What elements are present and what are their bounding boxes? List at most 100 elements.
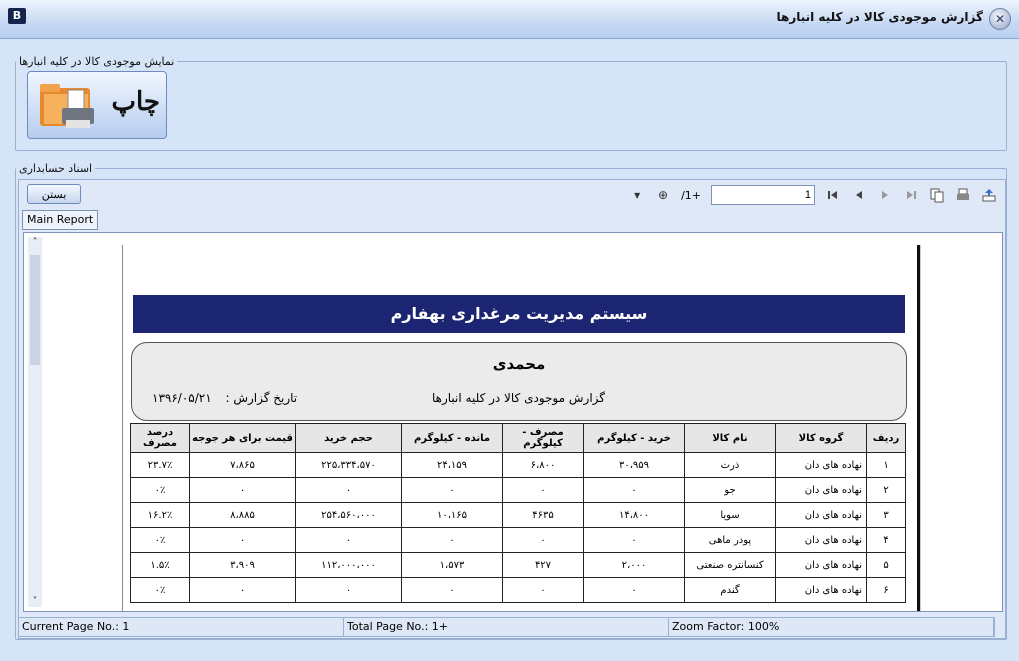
tab-main-report[interactable]: Main Report <box>22 210 99 230</box>
close-icon[interactable]: ✕ <box>989 8 1011 30</box>
table-cell: ۶ <box>866 577 906 603</box>
close-report-button[interactable]: بستن <box>27 184 81 204</box>
report-user: محمدی <box>492 355 546 373</box>
table-cell: ۰ <box>583 477 685 503</box>
scroll-up-icon[interactable]: ˄ <box>30 237 40 248</box>
table-cell: ۰ <box>401 577 503 603</box>
report-name: گزارش موجودی کالا در کلیه انبارها <box>432 391 605 405</box>
toolbar-icons: ▾ ⊕ /1+ <box>629 185 997 205</box>
page-number-input[interactable] <box>711 185 815 205</box>
table-cell: ۲۴،۱۵۹ <box>401 452 503 478</box>
report-page: سیستم مدیریت مرغداری بهفارم محمدی گزارش … <box>122 245 920 611</box>
column-header: قیمت برای هر جوجه <box>189 423 296 453</box>
table-cell: ۰ <box>189 577 296 603</box>
viewer-toolbar: بستن ▾ ⊕ /1+ <box>19 180 1005 208</box>
table-row: ۳ نهاده های دان سویا ۱۴،۸۰۰ ۴۶۳۵ ۱۰،۱۶۵ … <box>130 502 906 528</box>
report-info-box: محمدی گزارش موجودی کالا در کلیه انبارها … <box>131 342 907 421</box>
scroll-down-icon[interactable]: ˅ <box>30 596 40 607</box>
table-cell: ۰ <box>401 527 503 553</box>
table-cell: ۱۱۲،۰۰۰،۰۰۰ <box>295 552 402 578</box>
table-row: ۲ نهاده های دان جو ۰ ۰ ۰ ۰ ۰ ۰٪ <box>130 477 906 503</box>
table-row: ۴ نهاده های دان پودر ماهی ۰ ۰ ۰ ۰ ۰ ۰٪ <box>130 527 906 553</box>
table-cell: نهاده های دان <box>775 502 867 528</box>
dropdown-icon[interactable]: ▾ <box>629 187 645 203</box>
export-icon[interactable] <box>981 187 997 203</box>
table-cell: ۷،۸۶۵ <box>189 452 296 478</box>
table-cell: ۱۶.۲٪ <box>130 502 190 528</box>
table-cell: ۵ <box>866 552 906 578</box>
table-cell: ۰ <box>502 577 584 603</box>
report-viewer: بستن ▾ ⊕ /1+ Main Report ˄ ˅ سیستم مدیری… <box>18 179 1006 639</box>
page-total: /1+ <box>681 188 701 202</box>
next-page-icon[interactable] <box>877 187 893 203</box>
status-total-page: Total Page No.: 1+ <box>344 618 669 636</box>
column-header: خرید - کیلوگرم <box>583 423 685 453</box>
table-row: ۱ نهاده های دان ذرت ۳۰،۹۵۹ ۶،۸۰۰ ۲۴،۱۵۹ … <box>130 452 906 478</box>
table-cell: سویا <box>684 502 776 528</box>
report-date: تاریخ گزارش : ۱۳۹۶/۰۵/۲۱ <box>152 391 297 405</box>
table-cell: ۶،۸۰۰ <box>502 452 584 478</box>
table-cell: کنسانتره صنعتی <box>684 552 776 578</box>
column-header: مصرف - کیلوگرم <box>502 423 584 453</box>
table-cell: ۲،۰۰۰ <box>583 552 685 578</box>
table-cell: ۴۲۷ <box>502 552 584 578</box>
column-header: نام کالا <box>684 423 776 453</box>
table-cell: ۳ <box>866 502 906 528</box>
table-cell: نهاده های دان <box>775 552 867 578</box>
print-button[interactable]: چاپ <box>27 71 167 139</box>
table-row: ۶ نهاده های دان گندم ۰ ۰ ۰ ۰ ۰ ۰٪ <box>130 577 906 603</box>
report-date-value: ۱۳۹۶/۰۵/۲۱ <box>152 391 212 405</box>
table-cell: ۴۶۳۵ <box>502 502 584 528</box>
status-zoom: Zoom Factor: 100% <box>669 618 994 636</box>
table-cell: ۰ <box>583 527 685 553</box>
table-row: ۵ نهاده های دان کنسانتره صنعتی ۲،۰۰۰ ۴۲۷… <box>130 552 906 578</box>
zoom-icon[interactable]: ⊕ <box>655 187 671 203</box>
vertical-scrollbar[interactable]: ˄ ˅ <box>28 237 42 607</box>
column-header: درصد مصرف <box>130 423 190 453</box>
report-date-label: تاریخ گزارش : <box>225 391 298 405</box>
print-icon[interactable] <box>955 187 971 203</box>
table-cell: نهاده های دان <box>775 577 867 603</box>
table-cell: ۲ <box>866 477 906 503</box>
app-logo: B <box>8 8 26 24</box>
table-cell: ۸،۸۸۵ <box>189 502 296 528</box>
table-cell: ذرت <box>684 452 776 478</box>
table-cell: ۰ <box>583 577 685 603</box>
table-cell: ۰ <box>189 527 296 553</box>
table-cell: ۱۴،۸۰۰ <box>583 502 685 528</box>
table-cell: ۱۰،۱۶۵ <box>401 502 503 528</box>
table-cell: ۳،۹۰۹ <box>189 552 296 578</box>
table-cell: ۱،۵۷۳ <box>401 552 503 578</box>
inventory-table: ردیف گروه کالا نام کالا خرید - کیلوگرم م… <box>130 423 906 603</box>
table-cell: ۰ <box>189 477 296 503</box>
table-cell: ۰ <box>295 577 402 603</box>
table-cell: نهاده های دان <box>775 452 867 478</box>
previous-page-icon[interactable] <box>851 187 867 203</box>
scroll-thumb[interactable] <box>30 255 40 365</box>
table-cell: ۰٪ <box>130 527 190 553</box>
table-cell: جو <box>684 477 776 503</box>
print-label: چاپ <box>111 86 160 116</box>
table-cell: ۴ <box>866 527 906 553</box>
window-title: گزارش موجودی کالا در کلیه انبارها <box>776 10 984 24</box>
copy-icon[interactable] <box>929 187 945 203</box>
table-cell: گندم <box>684 577 776 603</box>
table-cell: پودر ماهی <box>684 527 776 553</box>
column-header: ردیف <box>866 423 906 453</box>
table-cell: ۲۳.۷٪ <box>130 452 190 478</box>
table-cell: ۰ <box>295 527 402 553</box>
status-current-page: Current Page No.: 1 <box>19 618 344 636</box>
report-canvas: ˄ ˅ سیستم مدیریت مرغداری بهفارم محمدی گز… <box>23 232 1003 612</box>
printer-icon <box>40 84 94 128</box>
last-page-icon[interactable] <box>903 187 919 203</box>
display-group-legend: نمایش موجودی کالا در کلیه انبارها <box>19 55 175 68</box>
table-cell: ۰ <box>401 477 503 503</box>
table-cell: نهاده های دان <box>775 477 867 503</box>
table-cell: ۲۲۵،۳۳۴،۵۷۰ <box>295 452 402 478</box>
column-header: گروه کالا <box>775 423 867 453</box>
first-page-icon[interactable] <box>825 187 841 203</box>
table-cell: ۰ <box>502 527 584 553</box>
column-header: حجم خرید <box>295 423 402 453</box>
table-cell: ۰٪ <box>130 577 190 603</box>
title-bar: B گزارش موجودی کالا در کلیه انبارها ✕ <box>0 0 1019 39</box>
